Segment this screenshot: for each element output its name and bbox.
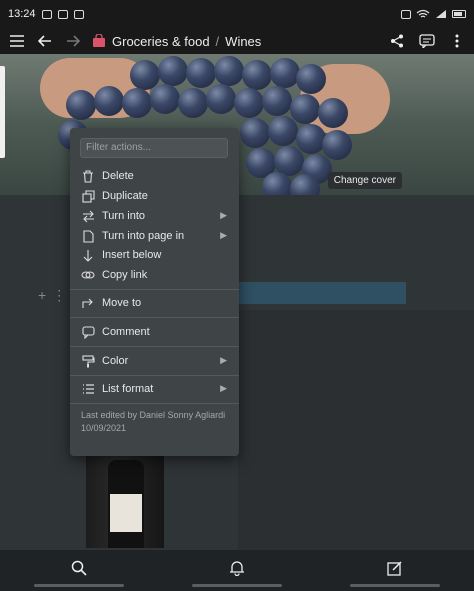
share-icon[interactable] [388, 32, 406, 50]
block-actions-menu: Filter actions... Delete Duplicate Turn … [70, 128, 239, 456]
menu-item-comment[interactable]: Comment [70, 322, 239, 342]
menu-item-label: List format [102, 383, 154, 395]
list-icon [80, 381, 96, 397]
breadcrumb-current[interactable]: Wines [225, 34, 261, 49]
bell-icon [230, 560, 244, 576]
trash-icon [80, 168, 96, 184]
menu-divider [70, 375, 239, 376]
search-icon [71, 560, 87, 576]
add-block-icon[interactable]: + [38, 287, 46, 304]
menu-divider [70, 346, 239, 347]
alarm-icon [401, 9, 411, 19]
menu-icon[interactable] [8, 32, 26, 50]
forward-arrow-icon[interactable] [64, 32, 82, 50]
breadcrumb-parent[interactable]: Groceries & food [112, 34, 210, 49]
clock: 13:24 [8, 8, 36, 20]
menu-item-turn-into[interactable]: Turn into ▶ [70, 206, 239, 226]
menu-item-delete[interactable]: Delete [70, 166, 239, 186]
screenshot-icon [41, 9, 52, 19]
breadcrumb: Groceries & food / Wines [92, 34, 261, 49]
shopping-bag-icon [93, 34, 105, 47]
side-panel-handle[interactable] [0, 66, 5, 158]
last-edited-by: Last edited by Daniel Sonny Agliardi [81, 410, 226, 420]
menu-item-list-format[interactable]: List format ▶ [70, 379, 239, 399]
menu-item-color[interactable]: Color ▶ [70, 351, 239, 371]
app-root: 13:24 Groceries & food / Wines Change co… [0, 0, 474, 591]
duplicate-icon [80, 188, 96, 204]
menu-item-label: Comment [102, 326, 150, 338]
content-area [238, 310, 474, 550]
menu-item-turn-into-page-in[interactable]: Turn into page in ▶ [70, 226, 239, 246]
nav-notifications[interactable] [192, 550, 282, 587]
menu-divider [70, 289, 239, 290]
submenu-arrow-icon: ▶ [220, 210, 227, 220]
nav-search[interactable] [34, 550, 124, 587]
arrow-down-icon [80, 247, 96, 263]
wine-bottle-image [86, 456, 164, 548]
menu-item-copy-link[interactable]: Copy link [70, 265, 239, 285]
signal-icon [436, 10, 446, 18]
edit-icon [387, 560, 402, 576]
filter-actions-input[interactable]: Filter actions... [80, 138, 228, 158]
nav-new-page[interactable] [350, 550, 440, 587]
selected-block[interactable] [238, 282, 406, 304]
top-toolbar: Groceries & food / Wines [0, 28, 474, 54]
submenu-arrow-icon: ▶ [220, 355, 227, 365]
move-to-icon [80, 295, 96, 311]
menu-divider [70, 403, 239, 404]
menu-item-label: Copy link [102, 269, 148, 281]
submenu-arrow-icon: ▶ [220, 383, 227, 393]
menu-item-label: Move to [102, 297, 142, 309]
last-edited-info: Last edited by Daniel Sonny Agliardi 10/… [81, 409, 231, 435]
comments-icon[interactable] [418, 32, 436, 50]
link-icon [80, 267, 96, 283]
notification-icon [57, 9, 68, 19]
paint-roller-icon [80, 353, 96, 369]
menu-item-label: Delete [102, 170, 134, 182]
page-icon [80, 228, 96, 244]
menu-item-label: Duplicate [102, 190, 148, 202]
status-bar: 13:24 [0, 0, 474, 28]
gallery-icon [73, 9, 84, 19]
change-cover-button[interactable]: Change cover [327, 172, 402, 189]
menu-item-label: Color [102, 355, 129, 367]
menu-item-insert-below[interactable]: Insert below [70, 245, 239, 265]
last-edited-date: 10/09/2021 [81, 423, 127, 433]
bottom-navigation [0, 550, 474, 591]
menu-item-label: Insert below [102, 249, 162, 261]
menu-item-label: Turn into page in [102, 230, 185, 242]
breadcrumb-separator: / [215, 33, 220, 49]
turn-into-icon [80, 208, 96, 224]
menu-item-label: Turn into [102, 210, 146, 222]
more-options-icon[interactable] [448, 32, 466, 50]
wifi-icon [416, 9, 430, 18]
back-arrow-icon[interactable] [36, 32, 54, 50]
battery-icon [452, 10, 466, 18]
menu-divider [70, 317, 239, 318]
submenu-arrow-icon: ▶ [220, 230, 227, 240]
menu-item-duplicate[interactable]: Duplicate [70, 186, 239, 206]
menu-item-move-to[interactable]: Move to [70, 293, 239, 313]
comment-icon [80, 324, 96, 340]
